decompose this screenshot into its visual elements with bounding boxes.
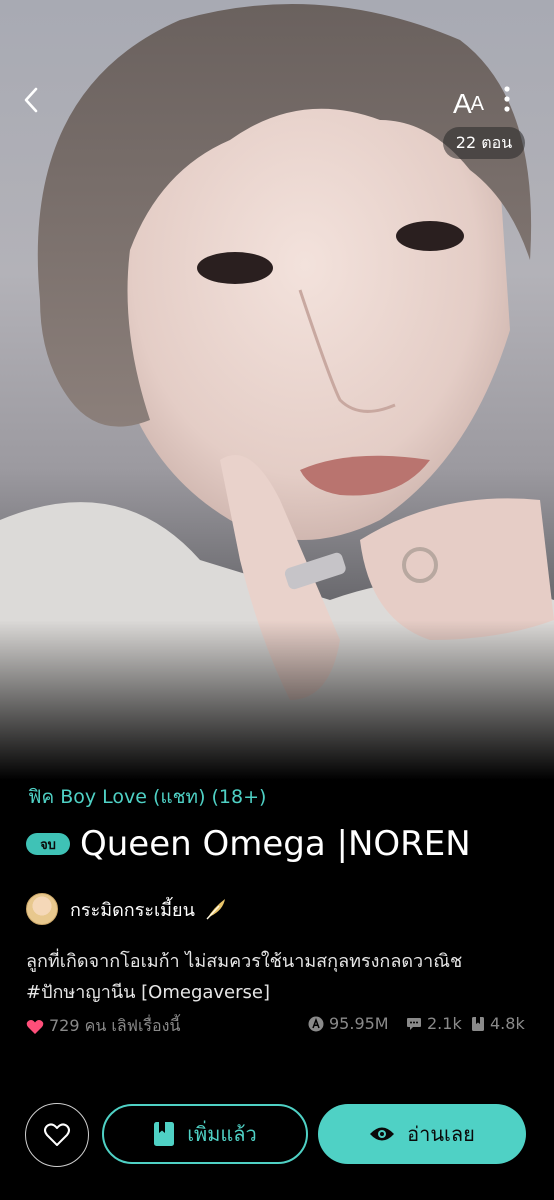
read-now-button[interactable]: อ่านเลย (318, 1104, 526, 1164)
description-line-1: ลูกที่เกิดจากโอเมก้า ไม่สมควรใช้นามสกุลท… (26, 951, 463, 972)
comment-count: 2.1k (406, 1014, 462, 1033)
author-row[interactable]: กระมิดกระเมี้ยน (26, 893, 229, 925)
cover-image: AA 22 ตอน (0, 0, 554, 780)
heart-filled-icon (26, 1019, 44, 1034)
stats-row: 729 คน เลิฟเรื่องนี้ 95.95M 2.1k 4.8k (26, 1014, 530, 1036)
love-button[interactable] (25, 1103, 89, 1167)
eye-icon (370, 1127, 395, 1141)
save-count-label: 4.8k (490, 1014, 525, 1033)
comment-count-label: 2.1k (427, 1014, 462, 1033)
more-options-button[interactable] (504, 86, 532, 122)
description-line-2: #ปักษาญานีน [Omegaverse] (26, 982, 271, 1003)
status-badge: จบ (26, 833, 70, 855)
title-row: จบ Queen Omega |NOREN (26, 824, 471, 864)
font-size-label-small: A (470, 92, 484, 115)
bookmark-book-icon (154, 1122, 175, 1146)
author-name[interactable]: กระมิดกระเมี้ยน (70, 895, 195, 924)
view-count-label: 95.95M (329, 1014, 389, 1033)
comment-icon (407, 1017, 421, 1030)
more-vertical-icon (504, 86, 510, 112)
love-count[interactable]: 729 คน เลิฟเรื่องนี้ (26, 1014, 180, 1039)
font-size-button[interactable]: AA (446, 86, 490, 122)
story-description: ลูกที่เกิดจากโอเมก้า ไม่สมควรใช้นามสกุลท… (26, 946, 532, 1008)
views-icon (308, 1016, 324, 1031)
book-icon (472, 1016, 484, 1031)
added-label: เพิ่มแล้ว (187, 1122, 257, 1146)
chevron-left-icon (24, 87, 38, 113)
save-count: 4.8k (471, 1014, 525, 1033)
story-category[interactable]: ฟิค Boy Love (แชท) (18+) (28, 782, 266, 812)
story-title: Queen Omega |NOREN (80, 824, 471, 864)
feather-icon (206, 899, 225, 920)
view-count: 95.95M (308, 1014, 389, 1033)
font-size-label: A (452, 88, 472, 119)
love-count-label: 729 คน เลิฟเรื่องนี้ (49, 1016, 181, 1035)
avatar[interactable] (26, 893, 58, 925)
read-label: อ่านเลย (407, 1122, 475, 1146)
episode-count-badge[interactable]: 22 ตอน (443, 127, 525, 159)
heart-outline-icon (44, 1123, 70, 1146)
added-to-library-button[interactable]: เพิ่มแล้ว (102, 1104, 308, 1164)
back-button[interactable] (22, 86, 58, 122)
